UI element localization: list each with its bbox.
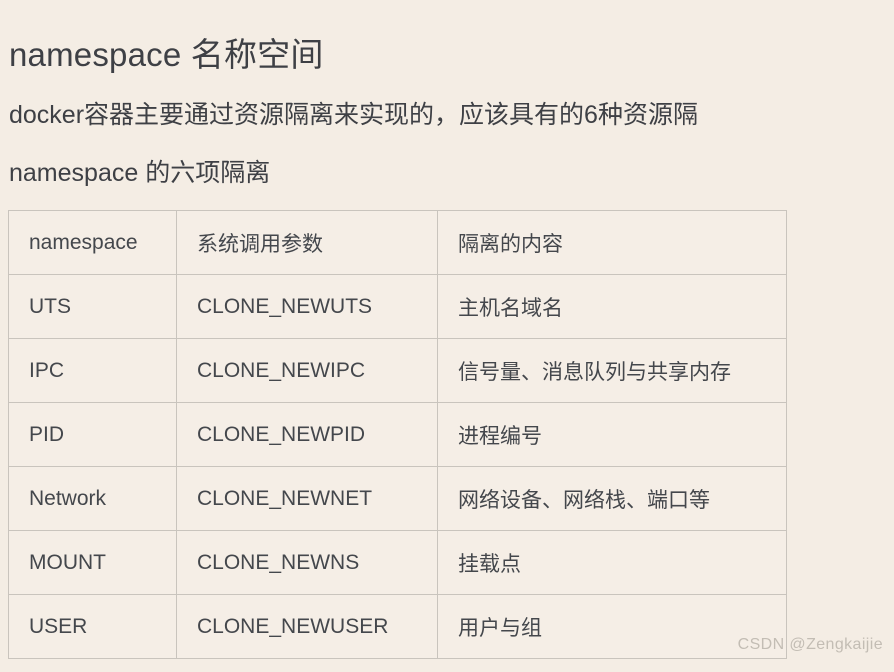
cell-syscall-param: CLONE_NEWNS — [176, 530, 438, 595]
table-header-row: namespace 系统调用参数 隔离的内容 — [8, 210, 787, 275]
paragraph-line-1: docker容器主要通过资源隔离来实现的，应该具有的6种资源隔 — [9, 101, 698, 129]
table-row: USER CLONE_NEWUSER 用户与组 — [8, 594, 787, 659]
cell-syscall-param: CLONE_NEWUSER — [176, 594, 438, 659]
cell-namespace: UTS — [8, 274, 177, 339]
table-row: PID CLONE_NEWPID 进程编号 — [8, 402, 787, 467]
namespace-isolation-table: namespace 系统调用参数 隔离的内容 UTS CLONE_NEWUTS … — [8, 210, 787, 659]
cell-syscall-param: CLONE_NEWPID — [176, 402, 438, 467]
table-row: MOUNT CLONE_NEWNS 挂载点 — [8, 530, 787, 595]
cell-isolated-content: 用户与组 — [437, 594, 787, 659]
cell-isolated-content: 挂载点 — [437, 530, 787, 595]
document-page: namespace 名称空间 docker容器主要通过资源隔离来实现的，应该具有… — [0, 0, 894, 672]
intro-paragraph: docker容器主要通过资源隔离来实现的，应该具有的6种资源隔 namespac… — [9, 86, 894, 202]
cell-syscall-param: CLONE_NEWIPC — [176, 338, 438, 403]
cell-isolated-content: 主机名域名 — [437, 274, 787, 339]
table-header-syscall-param: 系统调用参数 — [176, 210, 438, 275]
cell-syscall-param: CLONE_NEWUTS — [176, 274, 438, 339]
table-header-namespace: namespace — [8, 210, 177, 275]
cell-namespace: Network — [8, 466, 177, 531]
cell-namespace: IPC — [8, 338, 177, 403]
cell-namespace: MOUNT — [8, 530, 177, 595]
table-row: IPC CLONE_NEWIPC 信号量、消息队列与共享内存 — [8, 338, 787, 403]
cell-namespace: USER — [8, 594, 177, 659]
table-row: UTS CLONE_NEWUTS 主机名域名 — [8, 274, 787, 339]
table-header-isolated-content: 隔离的内容 — [437, 210, 787, 275]
cell-syscall-param: CLONE_NEWNET — [176, 466, 438, 531]
cell-isolated-content: 进程编号 — [437, 402, 787, 467]
cell-namespace: PID — [8, 402, 177, 467]
cell-isolated-content: 网络设备、网络栈、端口等 — [437, 466, 787, 531]
page-title: namespace 名称空间 — [9, 36, 324, 74]
table-row: Network CLONE_NEWNET 网络设备、网络栈、端口等 — [8, 466, 787, 531]
paragraph-line-2: namespace 的六项隔离 — [9, 159, 271, 187]
cell-isolated-content: 信号量、消息队列与共享内存 — [437, 338, 787, 403]
